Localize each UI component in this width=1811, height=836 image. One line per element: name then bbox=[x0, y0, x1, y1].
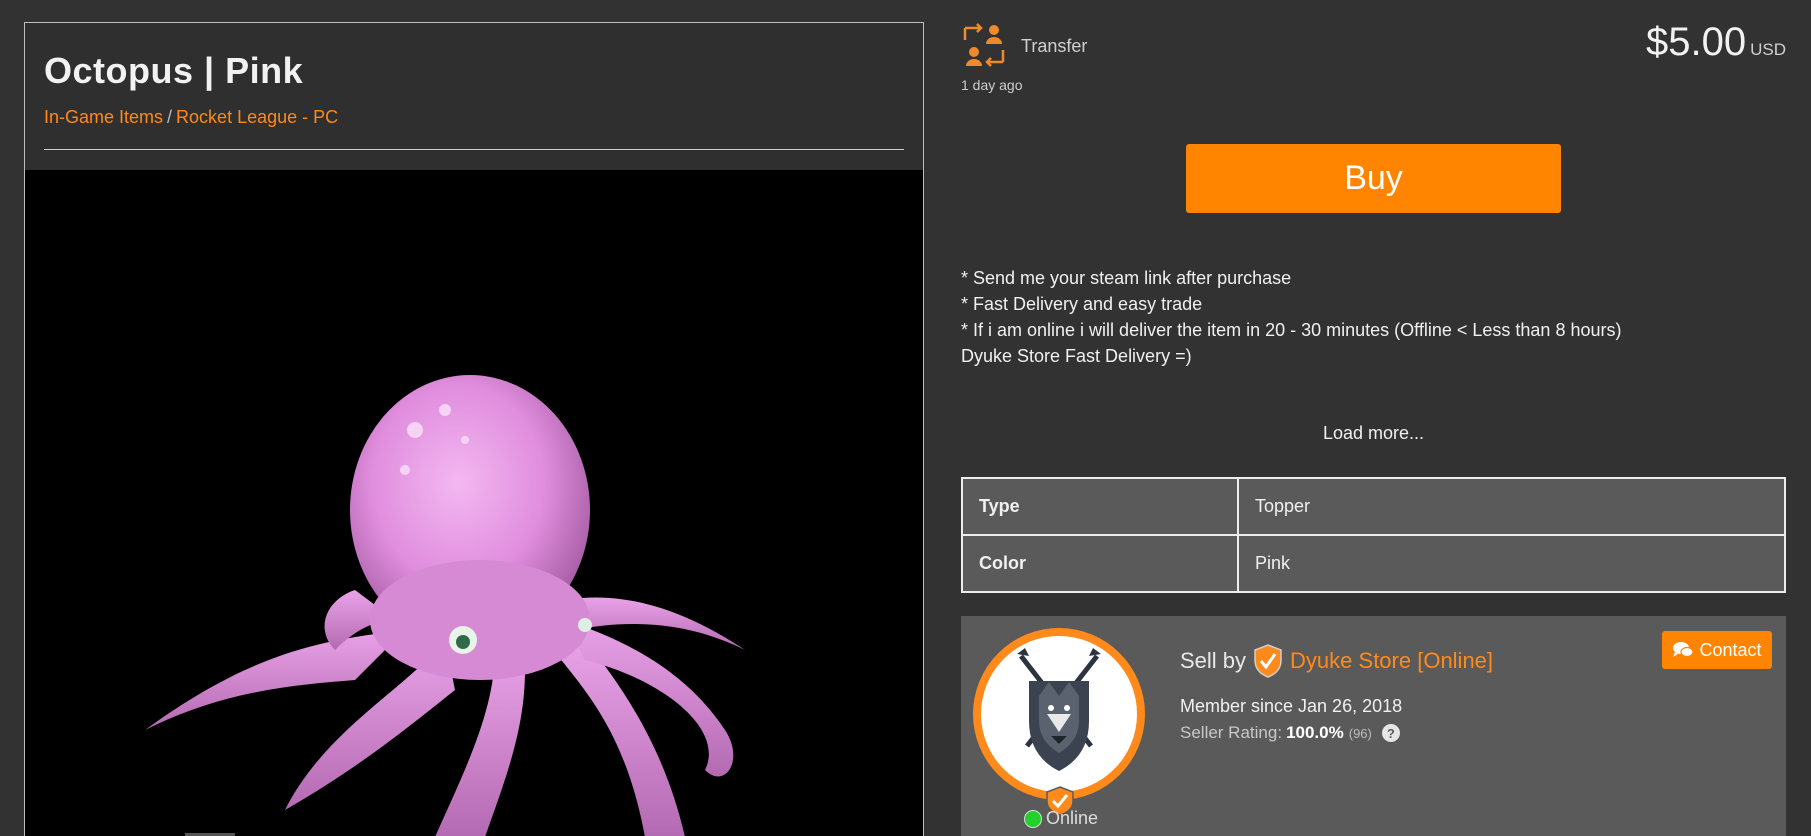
listing-description: * Send me your steam link after purchase… bbox=[961, 265, 1621, 369]
breadcrumb-separator: / bbox=[167, 107, 173, 127]
posted-time: 1 day ago bbox=[961, 77, 1023, 93]
octopus-image bbox=[145, 375, 745, 836]
price-currency: USD bbox=[1750, 40, 1786, 59]
seller-rating-count: (96) bbox=[1348, 725, 1372, 741]
buy-button[interactable]: Buy bbox=[1186, 144, 1561, 213]
item-image bbox=[25, 170, 923, 836]
seller-name-link[interactable]: Dyuke Store [Online] bbox=[1290, 648, 1493, 674]
table-row: Type Topper bbox=[961, 477, 1786, 536]
attributes-table: Type Topper Color Pink bbox=[961, 477, 1786, 593]
member-since: Member since Jan 26, 2018 bbox=[1180, 696, 1403, 716]
online-status: Online bbox=[1024, 808, 1098, 829]
seller-card: Online Sell by Dyuke Store [Online] Memb… bbox=[961, 616, 1786, 836]
help-icon[interactable]: ? bbox=[1381, 724, 1400, 742]
item-panel: Octopus | Pink In-Game Items / Rocket Leag… bbox=[24, 22, 924, 836]
description-line: * Fast Delivery and easy trade bbox=[961, 294, 1203, 314]
seller-rating-label: Seller Rating: bbox=[1180, 723, 1283, 742]
avatar[interactable] bbox=[973, 628, 1145, 816]
seller-rating-value: 100.0% bbox=[1286, 723, 1344, 742]
chat-icon bbox=[1673, 642, 1695, 658]
attribute-value: Topper bbox=[1237, 477, 1786, 536]
sell-by-label: Sell by bbox=[1180, 648, 1247, 673]
purchase-panel: Transfer 1 day ago $5.00 USD Buy * Send m… bbox=[961, 0, 1786, 836]
verified-seller-icon bbox=[1254, 644, 1282, 678]
online-dot-icon bbox=[1024, 809, 1042, 828]
item-header: Octopus | Pink In-Game Items / Rocket Leag… bbox=[25, 23, 923, 170]
avatar-image bbox=[981, 636, 1137, 792]
contact-button-label: Contact bbox=[1699, 639, 1762, 660]
item-title: Octopus | Pink bbox=[44, 50, 304, 91]
attribute-value: Pink bbox=[1237, 534, 1786, 593]
seller-header: Sell by Dyuke Store [Online] bbox=[1180, 644, 1493, 678]
price: $5.00 USD bbox=[1646, 20, 1786, 65]
price-amount: $5.00 bbox=[1645, 20, 1747, 64]
description-line: * If i am online i will deliver the item… bbox=[961, 320, 1622, 340]
contact-button[interactable]: Contact bbox=[1662, 631, 1772, 669]
breadcrumb-link-category[interactable]: In-Game Items bbox=[44, 107, 163, 127]
transfer-icon bbox=[963, 23, 1005, 67]
seller-rating: Seller Rating: 100.0% (96) ? bbox=[1180, 723, 1400, 743]
table-row: Color Pink bbox=[961, 534, 1786, 593]
wolf-crest-icon bbox=[1017, 648, 1101, 771]
online-status-label: Online bbox=[1046, 808, 1099, 828]
attribute-key: Type bbox=[961, 477, 1239, 536]
delivery-method-label: Transfer bbox=[1021, 36, 1088, 56]
breadcrumb-link-game[interactable]: Rocket League - PC bbox=[176, 107, 338, 127]
description-line: Dyuke Store Fast Delivery =) bbox=[961, 346, 1192, 366]
description-line: * Send me your steam link after purchase bbox=[961, 268, 1292, 288]
title-divider bbox=[44, 149, 904, 150]
breadcrumb: In-Game Items / Rocket League - PC bbox=[44, 107, 904, 128]
load-more-link[interactable]: Load more... bbox=[961, 423, 1786, 444]
attribute-key: Color bbox=[961, 534, 1239, 593]
